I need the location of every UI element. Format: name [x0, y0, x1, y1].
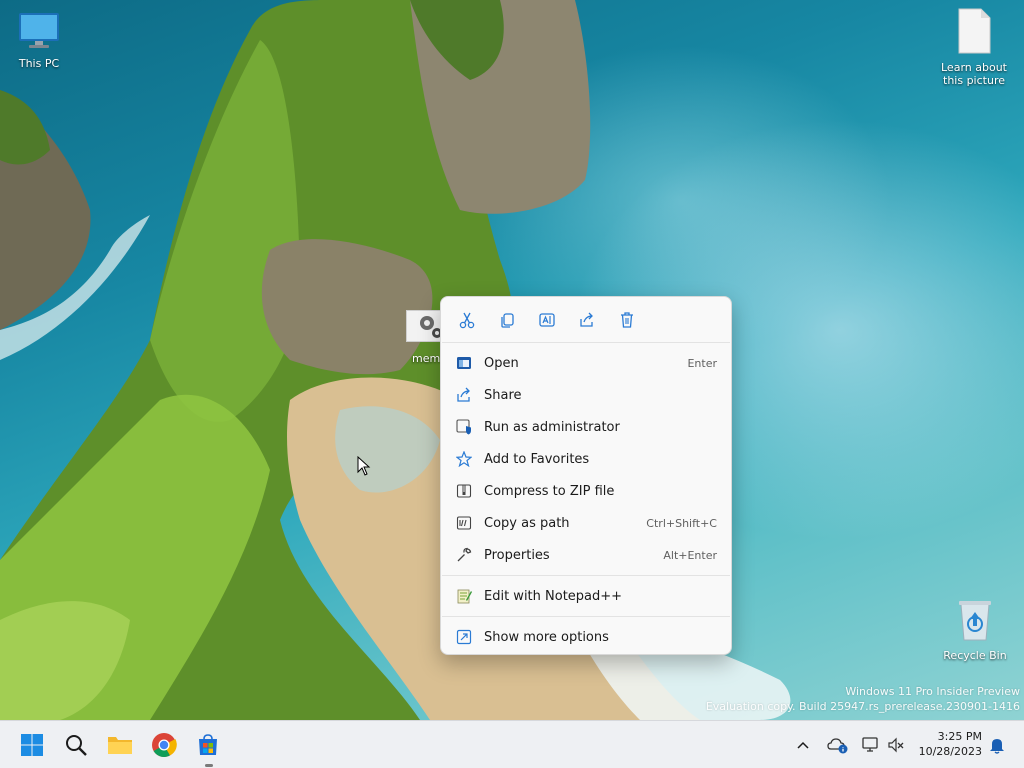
search-icon	[66, 735, 87, 756]
menu-item-edit-with-notepad-plus-plus[interactable]: Edit with Notepad++	[441, 580, 731, 612]
share-icon	[580, 312, 593, 327]
menu-item-label: Show more options	[484, 629, 609, 645]
star-icon	[455, 450, 473, 468]
desktop-icon-learn-about-picture[interactable]: Learn about this picture	[936, 8, 1012, 87]
settings-gear-icon	[406, 310, 444, 342]
menu-item-label: Add to Favorites	[484, 451, 590, 467]
document-icon	[936, 8, 1012, 57]
menu-item-label: Properties	[484, 547, 550, 563]
menu-item-shortcut: Enter	[687, 356, 717, 370]
rename-icon	[539, 312, 555, 327]
show-hidden-icons-button[interactable]	[788, 727, 818, 763]
menu-item-copy-as-path[interactable]: Copy as path Ctrl+Shift+C	[441, 507, 731, 539]
copy-icon	[501, 312, 514, 328]
open-window-icon	[455, 354, 473, 372]
menu-item-add-to-favorites[interactable]: Add to Favorites	[441, 443, 731, 475]
windows-start-icon	[21, 734, 43, 756]
clock-date: 10/28/2023	[918, 745, 982, 758]
desktop-icon-label: This PC	[18, 57, 60, 70]
menu-item-label: Share	[484, 387, 522, 403]
desktop-icon-label: Recycle Bin	[943, 649, 1007, 662]
shield-icon	[455, 418, 473, 436]
menu-item-label: Edit with Notepad++	[484, 588, 623, 604]
context-menu-toolbar	[441, 297, 731, 342]
menu-item-shortcut: Ctrl+Shift+C	[646, 516, 717, 530]
scissors-icon	[459, 312, 475, 328]
speaker-muted-icon	[888, 737, 904, 753]
wrench-icon	[455, 546, 473, 564]
rename-button[interactable]	[531, 304, 563, 336]
desktop-icon-recycle-bin[interactable]: Recycle Bin	[937, 598, 1013, 662]
expand-icon	[455, 628, 473, 646]
recycle-bin-icon	[937, 598, 1013, 645]
chevron-up-icon	[797, 741, 809, 749]
clock-time: 3:25 PM	[937, 730, 982, 743]
menu-item-label: Run as administrator	[484, 419, 620, 435]
volume-button[interactable]	[882, 727, 910, 763]
cloud-info-icon	[827, 738, 848, 754]
bell-icon	[990, 739, 1004, 754]
monitor-network-icon	[862, 737, 878, 752]
onedrive-button[interactable]	[822, 727, 854, 763]
context-menu: Open Enter Share Run as administrator Ad…	[440, 296, 732, 655]
running-indicator	[205, 764, 213, 767]
desktop-icon-label: Learn about this picture	[941, 61, 1007, 87]
menu-item-open[interactable]: Open Enter	[441, 347, 731, 379]
chrome-icon	[152, 733, 177, 758]
cut-button[interactable]	[451, 304, 483, 336]
desktop-icon-label: mem	[412, 352, 441, 365]
menu-item-label: Compress to ZIP file	[484, 483, 615, 499]
share-button[interactable]	[571, 304, 603, 336]
share-icon	[455, 386, 473, 404]
notepad-plus-icon	[455, 587, 473, 605]
menu-item-label: Open	[484, 355, 519, 371]
notifications-button[interactable]	[984, 727, 1010, 763]
menu-item-shortcut: Alt+Enter	[663, 548, 717, 562]
copy-button[interactable]	[491, 304, 523, 336]
start-button[interactable]	[14, 727, 50, 763]
watermark-build: Evaluation copy. Build 25947.rs_prerelea…	[705, 700, 1020, 713]
microsoft-store-button[interactable]	[190, 727, 226, 763]
watermark-edition: Windows 11 Pro Insider Preview	[845, 685, 1020, 698]
mouse-pointer-icon	[357, 456, 371, 476]
path-icon	[455, 514, 473, 532]
taskbar: 3:25 PM 10/28/2023	[0, 720, 1024, 768]
monitor-icon	[1, 12, 77, 53]
menu-item-share[interactable]: Share	[441, 379, 731, 411]
menu-item-run-as-administrator[interactable]: Run as administrator	[441, 411, 731, 443]
store-icon	[199, 734, 217, 755]
search-button[interactable]	[58, 727, 94, 763]
desktop-icon-this-pc[interactable]: This PC	[1, 12, 77, 70]
menu-item-properties[interactable]: Properties Alt+Enter	[441, 539, 731, 571]
delete-button[interactable]	[611, 304, 643, 336]
menu-item-show-more-options[interactable]: Show more options	[441, 621, 731, 653]
file-explorer-button[interactable]	[102, 727, 138, 763]
chrome-button[interactable]	[146, 727, 182, 763]
build-watermark: Windows 11 Pro Insider Preview Evaluatio…	[706, 684, 1020, 714]
menu-item-label: Copy as path	[484, 515, 570, 531]
trash-icon	[621, 311, 633, 328]
menu-item-compress-to-zip[interactable]: Compress to ZIP file	[441, 475, 731, 507]
zip-folder-icon	[455, 482, 473, 500]
clock[interactable]: 3:25 PM 10/28/2023	[919, 729, 982, 759]
folder-icon	[108, 737, 132, 754]
